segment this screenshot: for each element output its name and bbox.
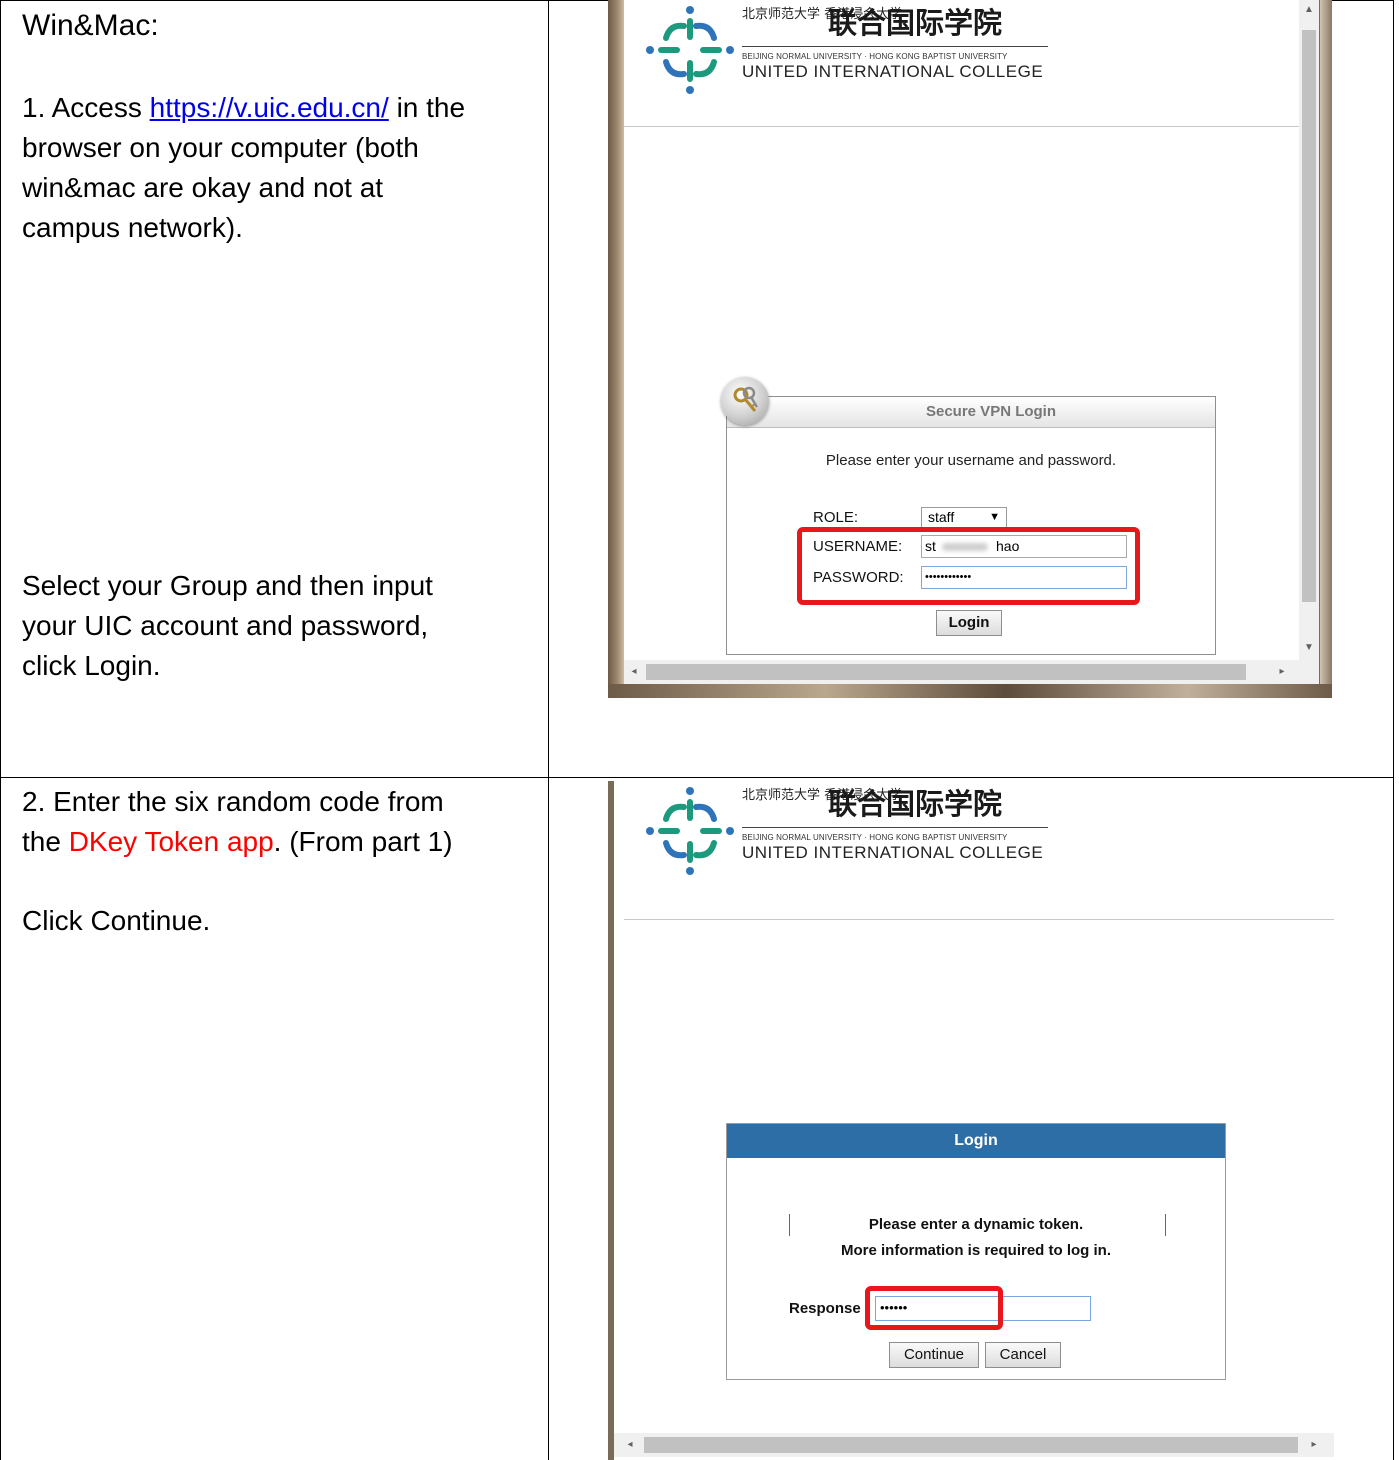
window-frame-right: [1320, 0, 1332, 698]
logo-chinese-name: 北京师范大学 香港浸会大学联合国际学院: [742, 787, 1003, 821]
logo-partner-universities-en: BEIJING NORMAL UNIVERSITY · HONG KONG BA…: [742, 833, 1008, 842]
step1-login-line3: click Login.: [22, 650, 161, 681]
step1-login-line2: your UIC account and password,: [22, 610, 429, 641]
step1-line1-suffix: in the: [388, 92, 466, 123]
uic-emblem-icon: [646, 6, 734, 94]
step2-continue-text: Click Continue.: [22, 905, 211, 936]
step2-line2-prefix: the: [22, 826, 69, 857]
table-border-left: [0, 0, 1, 1460]
login-button[interactable]: Login: [936, 610, 1002, 636]
step2-line2-suffix: . (From part 1): [273, 826, 453, 857]
scroll-up-arrow-icon[interactable]: ▲: [1299, 0, 1319, 20]
token-login-screenshot: 北京师范大学 香港浸会大学联合国际学院 BEIJING NORMAL UNIVE…: [608, 781, 1334, 1460]
header-divider: [624, 126, 1299, 127]
vertical-scroll-thumb[interactable]: [1302, 30, 1316, 602]
horizontal-scroll-thumb[interactable]: [646, 664, 1246, 680]
vpn-login-header: Secure VPN Login: [727, 397, 1215, 428]
logo-partner-universities-en: BEIJING NORMAL UNIVERSITY · HONG KONG BA…: [742, 52, 1008, 61]
horizontal-scroll-thumb[interactable]: [644, 1437, 1298, 1453]
scroll-left-arrow-icon[interactable]: ◂: [620, 1433, 640, 1457]
token-info: More information is required to log in.: [840, 1242, 1111, 1259]
horizontal-scrollbar[interactable]: ◂ ▸: [624, 660, 1319, 684]
table-border-right: [1393, 0, 1394, 1460]
logo-college-name-en: UNITED INTERNATIONAL COLLEGE: [742, 843, 1044, 862]
vpn-login-panel: Secure VPN Login Please enter your usern…: [721, 377, 1216, 655]
token-prompt: Please enter a dynamic token.: [868, 1216, 1084, 1233]
logo-chinese-name: 北京师范大学 香港浸会大学联合国际学院: [742, 6, 1003, 40]
response-label: Response: [789, 1300, 861, 1317]
table-row-divider: [0, 777, 1394, 778]
token-login-header: Login: [727, 1124, 1225, 1158]
keys-icon: [721, 377, 769, 425]
step2-line1: 2. Enter the six random code from: [22, 786, 444, 817]
logo-rule: [742, 46, 1048, 47]
step2-text: 2. Enter the six random code from the DK…: [22, 782, 538, 862]
vpn-login-prompt: Please enter your username and password.: [825, 452, 1117, 469]
step1-line4: campus network).: [22, 212, 243, 243]
window-frame-left: [608, 0, 624, 698]
logo-rule: [742, 827, 1048, 828]
step1-text: 1. Access https://v.uic.edu.cn/ in the b…: [22, 88, 542, 248]
logo-partner-universities: 北京师范大学 香港浸会大学: [742, 7, 903, 22]
role-select-value: staff: [928, 509, 955, 525]
uic-emblem-icon: [646, 787, 734, 875]
table-column-divider: [548, 0, 549, 1460]
logo-college-name-cn: 联合国际学院: [828, 787, 1003, 821]
step1-line3: win&mac are okay and not at: [22, 172, 384, 203]
response-highlight-box: [865, 1286, 1003, 1330]
horizontal-scrollbar[interactable]: ◂ ▸: [614, 1433, 1334, 1457]
logo-college-name-cn: 联合国际学院: [828, 6, 1003, 40]
window-frame-bottom: [608, 684, 1332, 698]
vpn-login-title: Secure VPN Login: [925, 403, 1057, 420]
scroll-left-arrow-icon[interactable]: ◂: [624, 660, 644, 684]
step1-login-text: Select your Group and then input your UI…: [22, 566, 542, 686]
cancel-button[interactable]: Cancel: [985, 1342, 1061, 1368]
token-login-panel: Login Please enter a dynamic token. More…: [726, 1123, 1226, 1380]
step1-line2: browser on your computer (both: [22, 132, 419, 163]
continue-button[interactable]: Continue: [889, 1342, 979, 1368]
logo-partner-universities: 北京师范大学 香港浸会大学: [742, 788, 903, 803]
dkey-app-name: DKey Token app: [68, 826, 274, 857]
scroll-down-arrow-icon[interactable]: ▼: [1299, 638, 1319, 658]
role-select[interactable]: staff ▼: [921, 507, 1007, 528]
credentials-highlight-box: [797, 527, 1140, 605]
step1-login-line1: Select your Group and then input: [22, 570, 433, 601]
logo-college-name-en: UNITED INTERNATIONAL COLLEGE: [742, 62, 1044, 81]
browser-viewport: 北京师范大学 香港浸会大学联合国际学院 BEIJING NORMAL UNIVE…: [624, 0, 1319, 684]
vpn-url-link[interactable]: https://v.uic.edu.cn/: [150, 92, 389, 123]
scroll-right-arrow-icon[interactable]: ▸: [1304, 1433, 1324, 1457]
role-label: ROLE:: [813, 509, 859, 526]
header-divider: [624, 919, 1334, 920]
scroll-right-arrow-icon[interactable]: ▸: [1272, 660, 1292, 684]
step1-prefix: 1. Access: [22, 92, 150, 123]
vertical-scrollbar[interactable]: ▲ ▼: [1299, 0, 1319, 660]
vpn-login-screenshot: 北京师范大学 香港浸会大学联合国际学院 BEIJING NORMAL UNIVE…: [608, 0, 1332, 698]
section-heading: Win&Mac:: [22, 9, 159, 42]
dropdown-caret-icon: ▼: [989, 511, 1000, 523]
